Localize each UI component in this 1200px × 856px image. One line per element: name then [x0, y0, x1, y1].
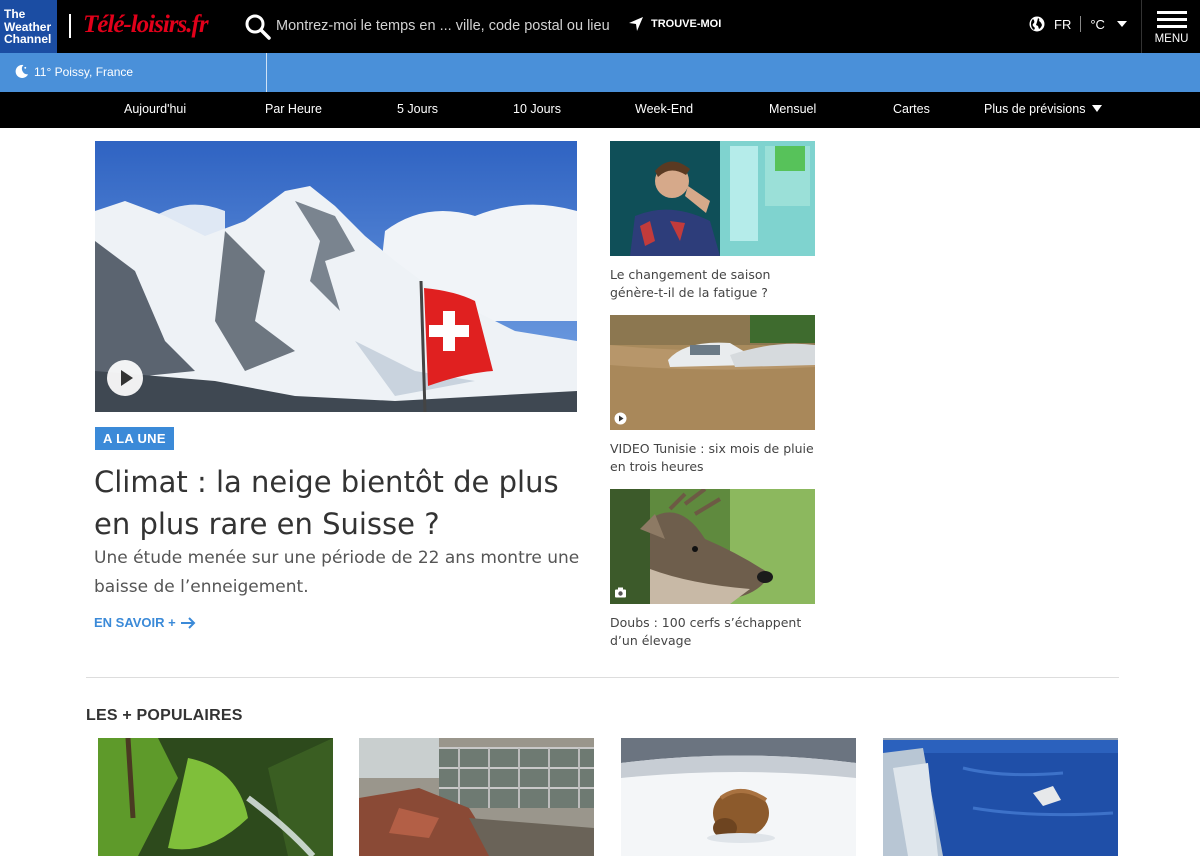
hero-title[interactable]: Climat : la neige bientôt de plus en plu… — [94, 461, 584, 545]
popular-article-card[interactable] — [883, 738, 1118, 856]
read-more-label: EN SAVOIR + — [94, 615, 176, 630]
unit-label: °C — [1090, 16, 1105, 32]
article-caption: Le changement de saison génère-t-il de l… — [610, 267, 771, 300]
featured-badge[interactable]: A LA UNE — [95, 427, 174, 450]
play-icon[interactable] — [107, 360, 143, 396]
location-divider — [266, 53, 267, 92]
location-bar: 11° Poissy, France — [0, 53, 1200, 92]
nav-5-days[interactable]: 5 Jours — [397, 102, 438, 116]
language-label: FR — [1054, 16, 1072, 32]
side-article[interactable]: VIDEO Tunisie : six mois de pluie en tro… — [610, 315, 815, 476]
caret-down-icon — [1092, 105, 1103, 112]
popular-article-image — [359, 738, 594, 856]
logo-divider — [69, 14, 71, 38]
language-unit-selector[interactable]: FR °C — [1029, 16, 1127, 32]
camera-icon — [615, 587, 626, 598]
location-arrow-icon — [629, 17, 643, 31]
side-article[interactable]: Le changement de saison génère-t-il de l… — [610, 141, 815, 302]
popular-article-card[interactable] — [98, 738, 333, 856]
mountain-flag-image — [95, 141, 577, 412]
locate-me-label: TROUVE-MOI — [651, 18, 722, 30]
article-thumbnail — [610, 141, 815, 256]
nav-10-days[interactable]: 10 Jours — [513, 102, 561, 116]
current-location[interactable]: 11° Poissy, France — [14, 64, 133, 79]
arrow-right-icon — [180, 616, 196, 629]
popular-article-image — [883, 738, 1118, 856]
play-icon — [614, 412, 627, 425]
top-bar: The Weather Channel Télé-loisirs.fr TROU… — [0, 0, 1200, 53]
twc-logo-line-1: The — [4, 7, 26, 21]
nav-more-forecasts-label: Plus de prévisions — [984, 102, 1086, 116]
language-separator — [1080, 16, 1082, 32]
popular-section-title: LES + POPULAIRES — [86, 707, 243, 724]
globe-icon — [1029, 16, 1045, 32]
caret-down-icon — [1116, 21, 1127, 27]
nav-hourly[interactable]: Par Heure — [265, 102, 322, 116]
menu-label: MENU — [1154, 33, 1189, 45]
popular-article-card[interactable] — [359, 738, 594, 856]
hero-image[interactable] — [95, 141, 577, 412]
side-article[interactable]: Doubs : 100 cerfs s’échappent d’un éleva… — [610, 489, 815, 650]
article-thumbnail — [610, 315, 815, 430]
article-thumbnail — [610, 489, 815, 604]
popular-article-card[interactable] — [621, 738, 856, 856]
article-caption: VIDEO Tunisie : six mois de pluie en tro… — [610, 441, 814, 474]
moon-icon — [15, 64, 29, 78]
section-divider — [86, 677, 1119, 678]
nav-today[interactable]: Aujourd'hui — [124, 102, 186, 116]
hero-subtitle: Une étude menée sur une période de 22 an… — [94, 548, 580, 597]
twc-logo-line-3: Channel — [4, 32, 52, 46]
tele-loisirs-logo[interactable]: Télé-loisirs.fr — [83, 11, 209, 39]
menu-button[interactable]: MENU — [1141, 0, 1200, 53]
search-icon[interactable] — [244, 13, 272, 41]
nav-weekend[interactable]: Week-End — [635, 102, 693, 116]
nav-more-forecasts[interactable]: Plus de prévisions — [984, 102, 1103, 116]
read-more-link[interactable]: EN SAVOIR + — [94, 615, 196, 630]
forecast-nav: Aujourd'hui Par Heure 5 Jours 10 Jours W… — [0, 92, 1200, 128]
locate-me-button[interactable]: TROUVE-MOI — [628, 16, 721, 32]
nav-maps[interactable]: Cartes — [893, 102, 930, 116]
nav-monthly[interactable]: Mensuel — [769, 102, 816, 116]
hamburger-icon — [1157, 11, 1187, 32]
popular-article-image — [98, 738, 333, 856]
weather-channel-logo[interactable]: The Weather Channel — [0, 0, 57, 53]
popular-article-image — [621, 738, 856, 856]
current-location-text: 11° Poissy, France — [34, 64, 134, 79]
article-caption: Doubs : 100 cerfs s’échappent d’un éleva… — [610, 615, 802, 648]
search-input[interactable] — [272, 14, 612, 38]
